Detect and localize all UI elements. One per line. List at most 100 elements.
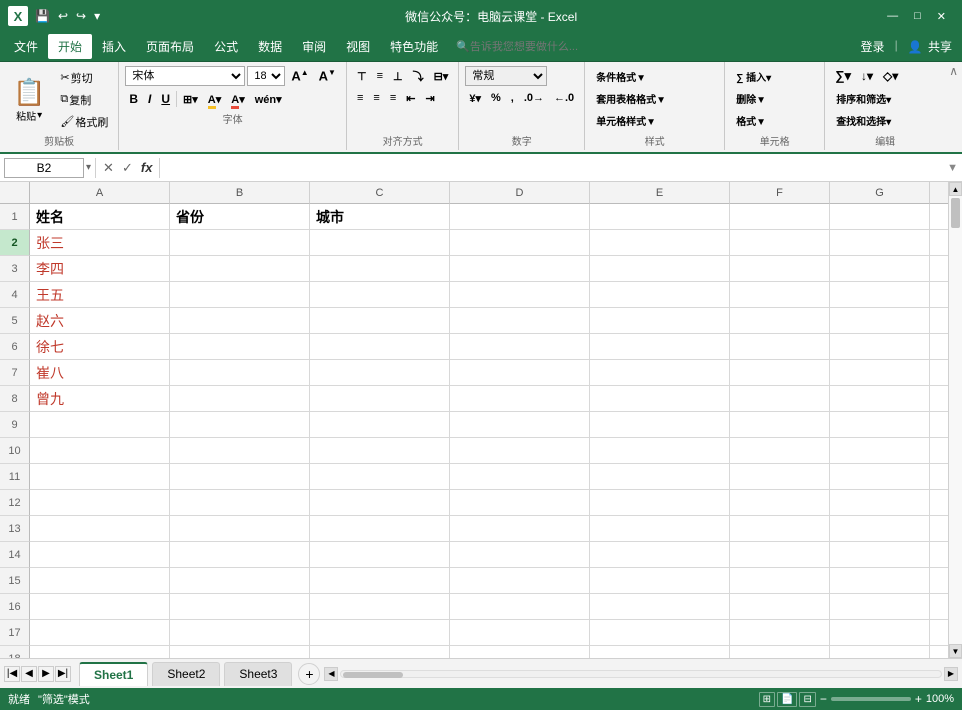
find-select-btn[interactable]: 查找和选择▾ bbox=[831, 110, 939, 130]
row-header-8[interactable]: 8 bbox=[0, 386, 30, 412]
list-item[interactable] bbox=[830, 204, 930, 230]
list-item[interactable] bbox=[590, 360, 730, 386]
list-item[interactable] bbox=[830, 438, 930, 464]
list-item[interactable] bbox=[930, 568, 948, 594]
font-color-btn[interactable]: A▾ bbox=[227, 89, 248, 109]
row-header-3[interactable]: 3 bbox=[0, 256, 30, 282]
list-item[interactable] bbox=[450, 204, 590, 230]
list-item[interactable] bbox=[450, 412, 590, 438]
list-item[interactable] bbox=[170, 386, 310, 412]
fill-btn[interactable]: ↓▾ bbox=[857, 66, 877, 86]
list-item[interactable] bbox=[310, 516, 450, 542]
list-item[interactable] bbox=[930, 646, 948, 658]
row-header-10[interactable]: 10 bbox=[0, 438, 30, 464]
col-header-c[interactable]: C bbox=[310, 182, 450, 204]
list-item[interactable] bbox=[590, 256, 730, 282]
menu-insert[interactable]: 插入 bbox=[92, 34, 136, 59]
list-item[interactable] bbox=[170, 438, 310, 464]
list-item[interactable] bbox=[930, 282, 948, 308]
list-item[interactable] bbox=[590, 438, 730, 464]
list-item[interactable]: 李四 bbox=[30, 256, 170, 282]
list-item[interactable] bbox=[170, 256, 310, 282]
row-header-11[interactable]: 11 bbox=[0, 464, 30, 490]
list-item[interactable]: 赵六 bbox=[30, 308, 170, 334]
format-painter-btn[interactable]: 🖌 格式刷 bbox=[56, 112, 112, 132]
normal-view-btn[interactable]: ⊞ bbox=[759, 692, 775, 707]
menu-special[interactable]: 特色功能 bbox=[380, 34, 448, 59]
sheet-nav-last[interactable]: ▶| bbox=[55, 666, 71, 682]
merge-btn[interactable]: ⊟▾ bbox=[430, 66, 453, 86]
sheet-nav-next[interactable]: ▶ bbox=[38, 666, 54, 682]
row-header-15[interactable]: 15 bbox=[0, 568, 30, 594]
list-item[interactable] bbox=[30, 568, 170, 594]
list-item[interactable] bbox=[590, 230, 730, 256]
list-item[interactable] bbox=[730, 516, 830, 542]
page-layout-view-btn[interactable]: 📄 bbox=[777, 692, 797, 707]
list-item[interactable] bbox=[730, 542, 830, 568]
delete-btn[interactable]: 删除▼ bbox=[731, 88, 818, 108]
cancel-formula-btn[interactable]: ✕ bbox=[100, 160, 117, 176]
menu-data[interactable]: 数据 bbox=[248, 34, 292, 59]
list-item[interactable]: 王五 bbox=[30, 282, 170, 308]
table-format-btn[interactable]: 套用表格格式▼ bbox=[591, 88, 718, 108]
list-item[interactable] bbox=[730, 490, 830, 516]
list-item[interactable] bbox=[830, 568, 930, 594]
formula-expand-btn[interactable]: ▼ bbox=[947, 162, 958, 174]
wrap-text-btn[interactable]: ⤵ bbox=[409, 66, 428, 86]
qa-dropdown-btn[interactable]: ▾ bbox=[91, 7, 103, 25]
align-center-btn[interactable]: ≡ bbox=[369, 88, 383, 108]
list-item[interactable] bbox=[590, 620, 730, 646]
menu-view[interactable]: 视图 bbox=[336, 34, 380, 59]
row-header-13[interactable]: 13 bbox=[0, 516, 30, 542]
list-item[interactable] bbox=[310, 412, 450, 438]
list-item[interactable] bbox=[590, 412, 730, 438]
list-item[interactable] bbox=[170, 230, 310, 256]
list-item[interactable] bbox=[450, 542, 590, 568]
currency-btn[interactable]: ¥▾ bbox=[465, 88, 485, 108]
col-header-d[interactable]: D bbox=[450, 182, 590, 204]
list-item[interactable] bbox=[730, 438, 830, 464]
list-item[interactable] bbox=[30, 490, 170, 516]
list-item[interactable]: 曾九 bbox=[30, 386, 170, 412]
list-item[interactable] bbox=[170, 542, 310, 568]
list-item[interactable] bbox=[310, 438, 450, 464]
row-header-7[interactable]: 7 bbox=[0, 360, 30, 386]
list-item[interactable] bbox=[730, 568, 830, 594]
list-item[interactable] bbox=[830, 516, 930, 542]
formula-input[interactable] bbox=[164, 158, 943, 178]
undo-qa-btn[interactable]: ↩ bbox=[55, 7, 71, 25]
menu-home[interactable]: 开始 bbox=[48, 34, 92, 59]
page-break-view-btn[interactable]: ⊟ bbox=[799, 692, 815, 707]
list-item[interactable] bbox=[30, 620, 170, 646]
sheet-tab-sheet1[interactable]: Sheet1 bbox=[79, 662, 148, 686]
dec-increase-btn[interactable]: .0→ bbox=[520, 88, 548, 108]
sheet-nav-first[interactable]: |◀ bbox=[4, 666, 20, 682]
col-header-a[interactable]: A bbox=[30, 182, 170, 204]
list-item[interactable] bbox=[170, 490, 310, 516]
list-item[interactable] bbox=[170, 282, 310, 308]
list-item[interactable] bbox=[730, 594, 830, 620]
list-item[interactable] bbox=[310, 490, 450, 516]
align-bottom-btn[interactable]: ⊥ bbox=[389, 66, 407, 86]
row-header-9[interactable]: 9 bbox=[0, 412, 30, 438]
font-name-select[interactable]: 宋体 bbox=[125, 66, 245, 86]
list-item[interactable] bbox=[450, 360, 590, 386]
list-item[interactable] bbox=[590, 204, 730, 230]
autosum-btn[interactable]: ∑▾ bbox=[831, 66, 855, 86]
list-item[interactable] bbox=[730, 230, 830, 256]
menu-review[interactable]: 审阅 bbox=[292, 34, 336, 59]
row-header-12[interactable]: 12 bbox=[0, 490, 30, 516]
list-item[interactable] bbox=[930, 542, 948, 568]
col-header-b[interactable]: B bbox=[170, 182, 310, 204]
align-top-btn[interactable]: ⊤ bbox=[353, 66, 371, 86]
list-item[interactable] bbox=[310, 308, 450, 334]
list-item[interactable] bbox=[310, 360, 450, 386]
list-item[interactable] bbox=[730, 256, 830, 282]
list-item[interactable] bbox=[930, 490, 948, 516]
list-item[interactable] bbox=[730, 464, 830, 490]
align-middle-btn[interactable]: ≡ bbox=[373, 66, 387, 86]
list-item[interactable] bbox=[830, 230, 930, 256]
list-item[interactable] bbox=[930, 594, 948, 620]
list-item[interactable] bbox=[450, 620, 590, 646]
list-item[interactable] bbox=[590, 568, 730, 594]
